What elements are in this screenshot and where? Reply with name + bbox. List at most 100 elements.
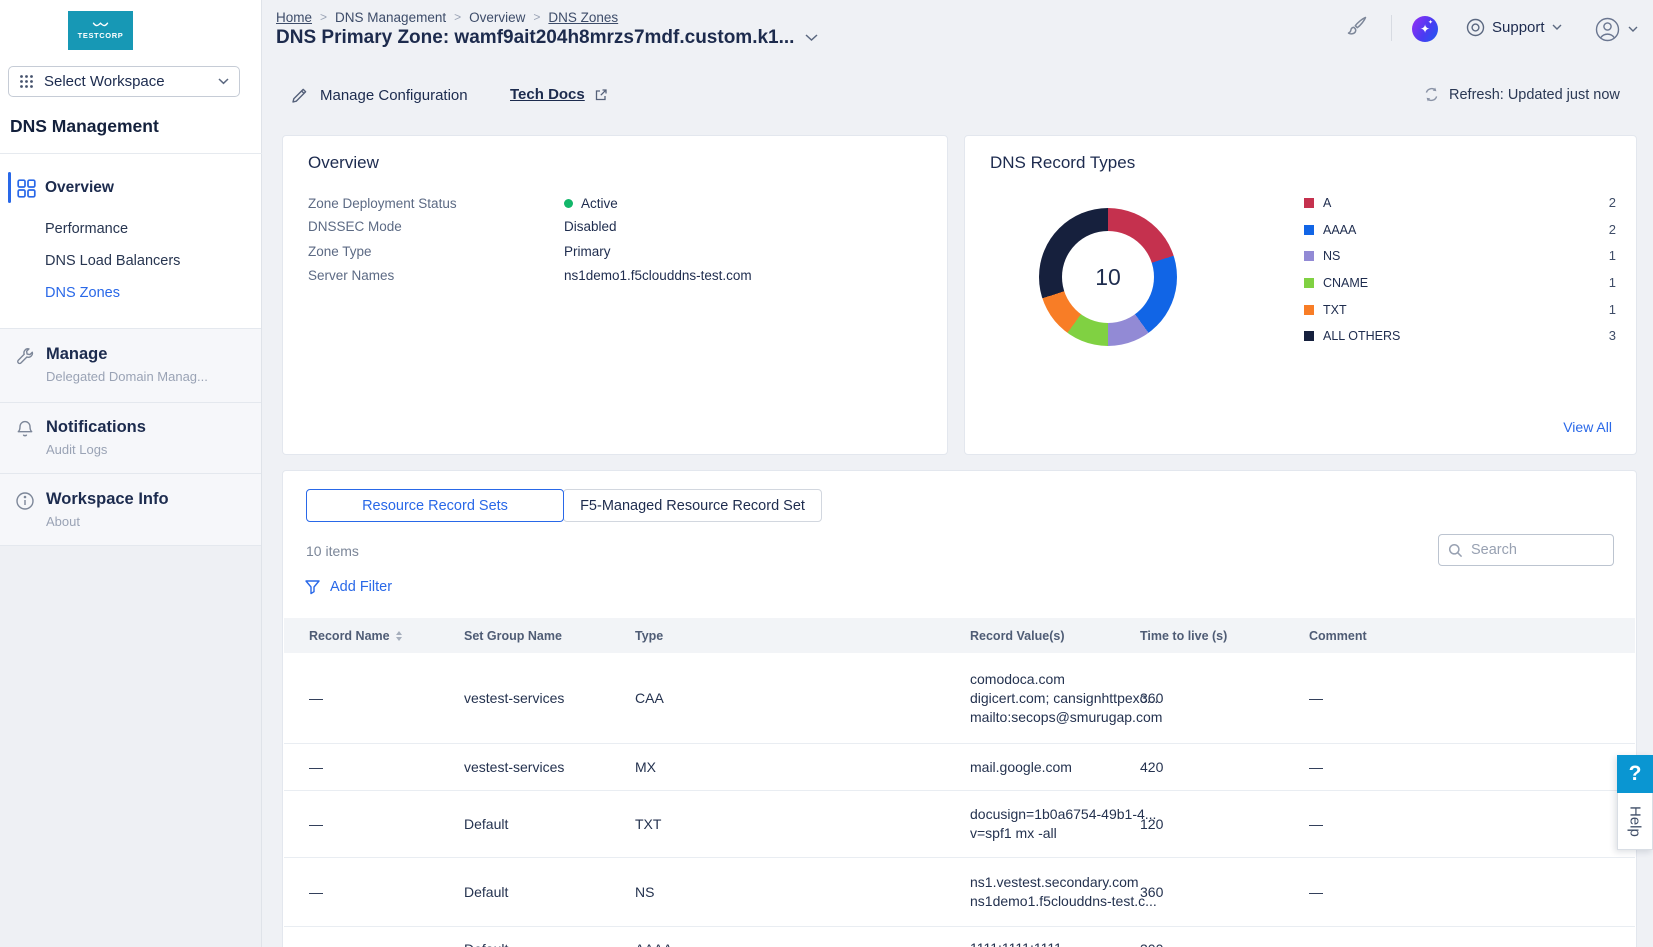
cell-record-values: mail.google.com <box>970 744 1072 790</box>
table-row[interactable]: — Default TXT docusign=1b0a6754-49b1-4..… <box>284 791 1635 858</box>
tab-f5-managed-resource-record-set[interactable]: F5-Managed Resource Record Set <box>563 489 822 522</box>
cell-record-name: — <box>309 744 323 790</box>
support-menu[interactable]: Support <box>1466 18 1562 37</box>
support-label: Support <box>1492 19 1545 36</box>
legend-swatch <box>1304 278 1314 288</box>
legend-item[interactable]: ALL OTHERS <box>1304 328 1400 344</box>
chevron-down-icon <box>1552 24 1562 31</box>
info-icon <box>15 491 35 511</box>
sidebar-item-overview[interactable]: Overview <box>45 179 114 197</box>
cell-type: TXT <box>635 791 661 857</box>
sidebar-section-notifications[interactable]: Notifications Audit Logs <box>0 402 261 473</box>
refresh-status: Refresh: Updated just now <box>1449 87 1620 103</box>
cell-comment: — <box>1309 791 1323 857</box>
support-icon <box>1466 18 1485 37</box>
column-record-name[interactable]: Record Name <box>309 618 402 653</box>
sidebar-section-workspace-info[interactable]: Workspace Info About <box>0 473 261 545</box>
help-question-icon: ? <box>1617 755 1653 793</box>
sparkle-icon: ✦ <box>1428 20 1433 26</box>
legend-swatch <box>1304 305 1314 315</box>
cell-set-group: vestest-services <box>464 653 564 743</box>
tech-docs-link[interactable]: Tech Docs <box>510 86 608 103</box>
legend-item[interactable]: TXT <box>1304 302 1347 318</box>
paintbrush-icon[interactable] <box>1343 14 1369 40</box>
search-input[interactable] <box>1471 542 1591 558</box>
status-dot <box>564 199 573 208</box>
add-filter-button[interactable]: Add Filter <box>304 579 392 595</box>
cell-record-values: ns1.vestest.secondary.com ns1demo1.f5clo… <box>970 858 1157 926</box>
cell-record-name: — <box>309 927 323 947</box>
cell-ttl: 120 <box>1140 791 1163 857</box>
chevron-down-icon <box>218 78 229 85</box>
legend-item[interactable]: AAAA <box>1304 222 1356 238</box>
divider <box>1391 15 1392 41</box>
column-comment: Comment <box>1309 618 1367 653</box>
workspace-selector[interactable]: Select Workspace <box>8 66 240 97</box>
help-tab[interactable]: ? Help <box>1617 755 1653 850</box>
cell-record-name: — <box>309 791 323 857</box>
breadcrumb-overview[interactable]: Overview <box>469 10 525 25</box>
cell-ttl: 300 <box>1140 927 1163 947</box>
legend-swatch <box>1304 198 1314 208</box>
grid-icon <box>19 74 34 89</box>
sidebar-item-notifications: Notifications <box>46 418 146 437</box>
sidebar-item-dns-load-balancers[interactable]: DNS Load Balancers <box>45 253 180 269</box>
manage-configuration-button[interactable]: Manage Configuration <box>290 86 468 105</box>
breadcrumb: Home > DNS Management > Overview > DNS Z… <box>276 8 618 26</box>
legend-item[interactable]: A <box>1304 195 1331 211</box>
breadcrumb-dns-management[interactable]: DNS Management <box>335 10 446 25</box>
legend-item[interactable]: CNAME <box>1304 275 1368 291</box>
legend-item[interactable]: NS <box>1304 248 1340 264</box>
cell-ttl: 360 <box>1140 858 1163 926</box>
cell-record-values: comodoca.com digicert.com; cansignhttpex… <box>970 653 1162 743</box>
table-row[interactable]: — vestest-services CAA comodoca.com digi… <box>284 653 1635 744</box>
table-row[interactable]: — vestest-services MX mail.google.com 42… <box>284 744 1635 791</box>
legend-count: 1 <box>1609 275 1616 290</box>
tab-resource-record-sets[interactable]: Resource Record Sets <box>306 489 564 522</box>
status-value: Active <box>581 196 618 211</box>
cell-type: CAA <box>635 653 664 743</box>
overview-field: DNSSEC Mode Disabled <box>308 217 617 235</box>
breadcrumb-separator: > <box>320 10 327 24</box>
wrench-icon <box>15 347 35 367</box>
cell-comment: — <box>1309 927 1323 947</box>
company-logo[interactable]: TESTCORP <box>68 11 133 50</box>
cell-type: MX <box>635 744 656 790</box>
breadcrumb-separator: > <box>533 10 540 24</box>
donut-chart[interactable]: 10 <box>1039 208 1177 346</box>
cell-set-group: Default <box>464 858 508 926</box>
sidebar-item-performance[interactable]: Performance <box>45 221 128 237</box>
cell-type: AAAA <box>635 927 672 947</box>
column-set-group-name: Set Group Name <box>464 618 562 653</box>
ai-assistant-button[interactable]: ✦ ✦ <box>1412 16 1438 42</box>
records-card: Resource Record Sets F5-Managed Resource… <box>282 470 1637 947</box>
legend-count: 1 <box>1609 248 1616 263</box>
cell-comment: — <box>1309 858 1323 926</box>
cell-record-name: — <box>309 653 323 743</box>
cell-record-values: docusign=1b0a6754-49b1-4... v=spf1 mx -a… <box>970 791 1156 857</box>
sidebar-item-workspace-info-subtitle: About <box>46 514 80 529</box>
table-row[interactable]: — Default NS ns1.vestest.secondary.com n… <box>284 858 1635 927</box>
account-menu[interactable] <box>1595 17 1638 42</box>
sidebar-footer-area <box>0 545 261 947</box>
breadcrumb-home[interactable]: Home <box>276 10 312 25</box>
cell-set-group: Default <box>464 791 508 857</box>
items-count: 10 items <box>306 543 359 559</box>
cell-record-values: 1111:1111:1111... <box>970 927 1074 947</box>
search-box <box>1438 534 1614 566</box>
page-title: DNS Primary Zone: wamf9ait204h8mrzs7mdf.… <box>276 27 818 49</box>
table-row[interactable]: — Default AAAA 1111:1111:1111... 300 — <box>284 927 1635 947</box>
refresh-button[interactable]: Refresh: Updated just now <box>1423 86 1620 103</box>
logo-text: TESTCORP <box>78 31 124 40</box>
bell-icon <box>15 419 35 439</box>
view-all-link[interactable]: View All <box>1563 419 1612 435</box>
sidebar-item-dns-zones[interactable]: DNS Zones <box>45 285 120 301</box>
breadcrumb-dns-zones[interactable]: DNS Zones <box>548 10 618 25</box>
title-chevron-down-icon[interactable] <box>805 34 818 42</box>
overview-field: Zone Type Primary <box>308 242 611 260</box>
sidebar-section-manage[interactable]: Manage Delegated Domain Manag... <box>0 328 261 402</box>
breadcrumb-separator: > <box>454 10 461 24</box>
legend-swatch <box>1304 331 1314 341</box>
sidebar: TESTCORP Select Workspace DNS Management… <box>0 0 262 947</box>
filter-funnel-icon <box>304 579 321 595</box>
